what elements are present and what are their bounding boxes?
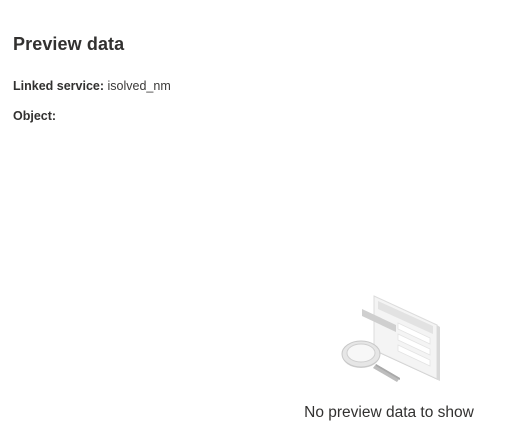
object-row: Object: xyxy=(13,109,56,123)
linked-service-row: Linked service: isolved_nm xyxy=(13,79,171,93)
magnifier-document-icon xyxy=(336,292,444,384)
linked-service-value: isolved_nm xyxy=(107,79,171,93)
preview-data-panel: Preview data Linked service: isolved_nm … xyxy=(0,0,509,437)
page-title: Preview data xyxy=(13,34,125,54)
object-label: Object: xyxy=(13,109,57,123)
linked-service-label: Linked service: xyxy=(13,79,105,93)
empty-state-message: No preview data to show xyxy=(304,404,474,421)
